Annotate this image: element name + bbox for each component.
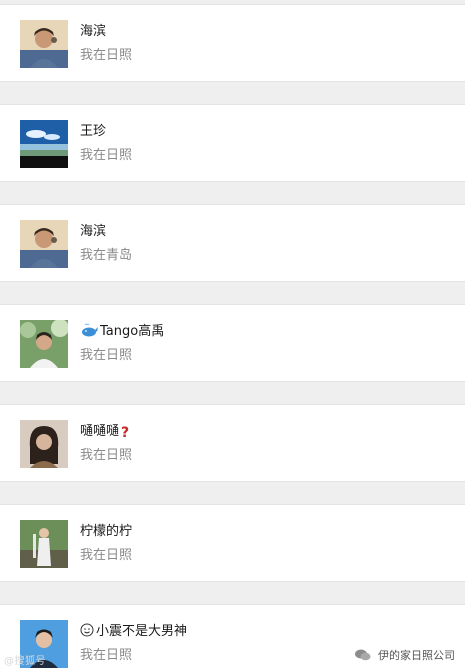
contact-status: 我在日照 xyxy=(80,648,133,663)
contact-name-text: 嗵嗵嗵 xyxy=(80,424,120,439)
contact-name: Tango高禹 xyxy=(80,323,164,343)
smiley-face-icon xyxy=(80,623,94,643)
watermark: @搜狐号 xyxy=(4,656,46,667)
question-mark-icon: ? xyxy=(121,425,130,441)
contact-name-text: Tango高禹 xyxy=(100,324,165,339)
contact-status: 我在日照 xyxy=(80,448,133,463)
sky-landscape-icon xyxy=(20,120,68,168)
young-man-portrait-icon xyxy=(20,20,68,68)
footer-account-badge: 伊的家日照公司 xyxy=(354,647,455,663)
contact-name: 嗵嗵嗵? xyxy=(80,423,131,442)
man-outdoor-portrait-icon xyxy=(20,320,68,368)
whale-icon xyxy=(80,323,98,343)
contact-name: 王珍 xyxy=(80,124,107,139)
contact-name: 海滨 xyxy=(80,24,107,39)
list-item[interactable]: 柠檬的柠 我在日照 xyxy=(0,504,465,582)
contact-list-page: 海滨 我在日照 王珍 我在日照 海滨 我在青岛 Tango高禹 我在日照 嗵嗵嗵… xyxy=(0,0,465,671)
contact-name: 柠檬的柠 xyxy=(80,524,133,539)
contact-name-text: 小震不是大男神 xyxy=(96,624,188,639)
list-item[interactable]: 嗵嗵嗵? 我在日照 xyxy=(0,404,465,482)
list-item[interactable]: 海滨 我在日照 xyxy=(0,4,465,82)
footer-account-name: 伊的家日照公司 xyxy=(378,649,455,662)
wechat-icon xyxy=(354,648,372,662)
woman-garden-portrait-icon xyxy=(20,520,68,568)
contact-status: 我在日照 xyxy=(80,48,133,63)
list-item[interactable]: 王珍 我在日照 xyxy=(0,104,465,182)
contact-status: 我在日照 xyxy=(80,148,133,163)
woman-portrait-icon xyxy=(20,420,68,468)
contact-status: 我在日照 xyxy=(80,548,133,563)
contact-name: 小震不是大男神 xyxy=(80,623,187,643)
contact-status: 我在日照 xyxy=(80,348,133,363)
list-item[interactable]: Tango高禹 我在日照 xyxy=(0,304,465,382)
contact-name: 海滨 xyxy=(80,224,107,239)
contact-status: 我在青岛 xyxy=(80,248,133,263)
young-man-portrait-icon xyxy=(20,220,68,268)
list-item[interactable]: 海滨 我在青岛 xyxy=(0,204,465,282)
